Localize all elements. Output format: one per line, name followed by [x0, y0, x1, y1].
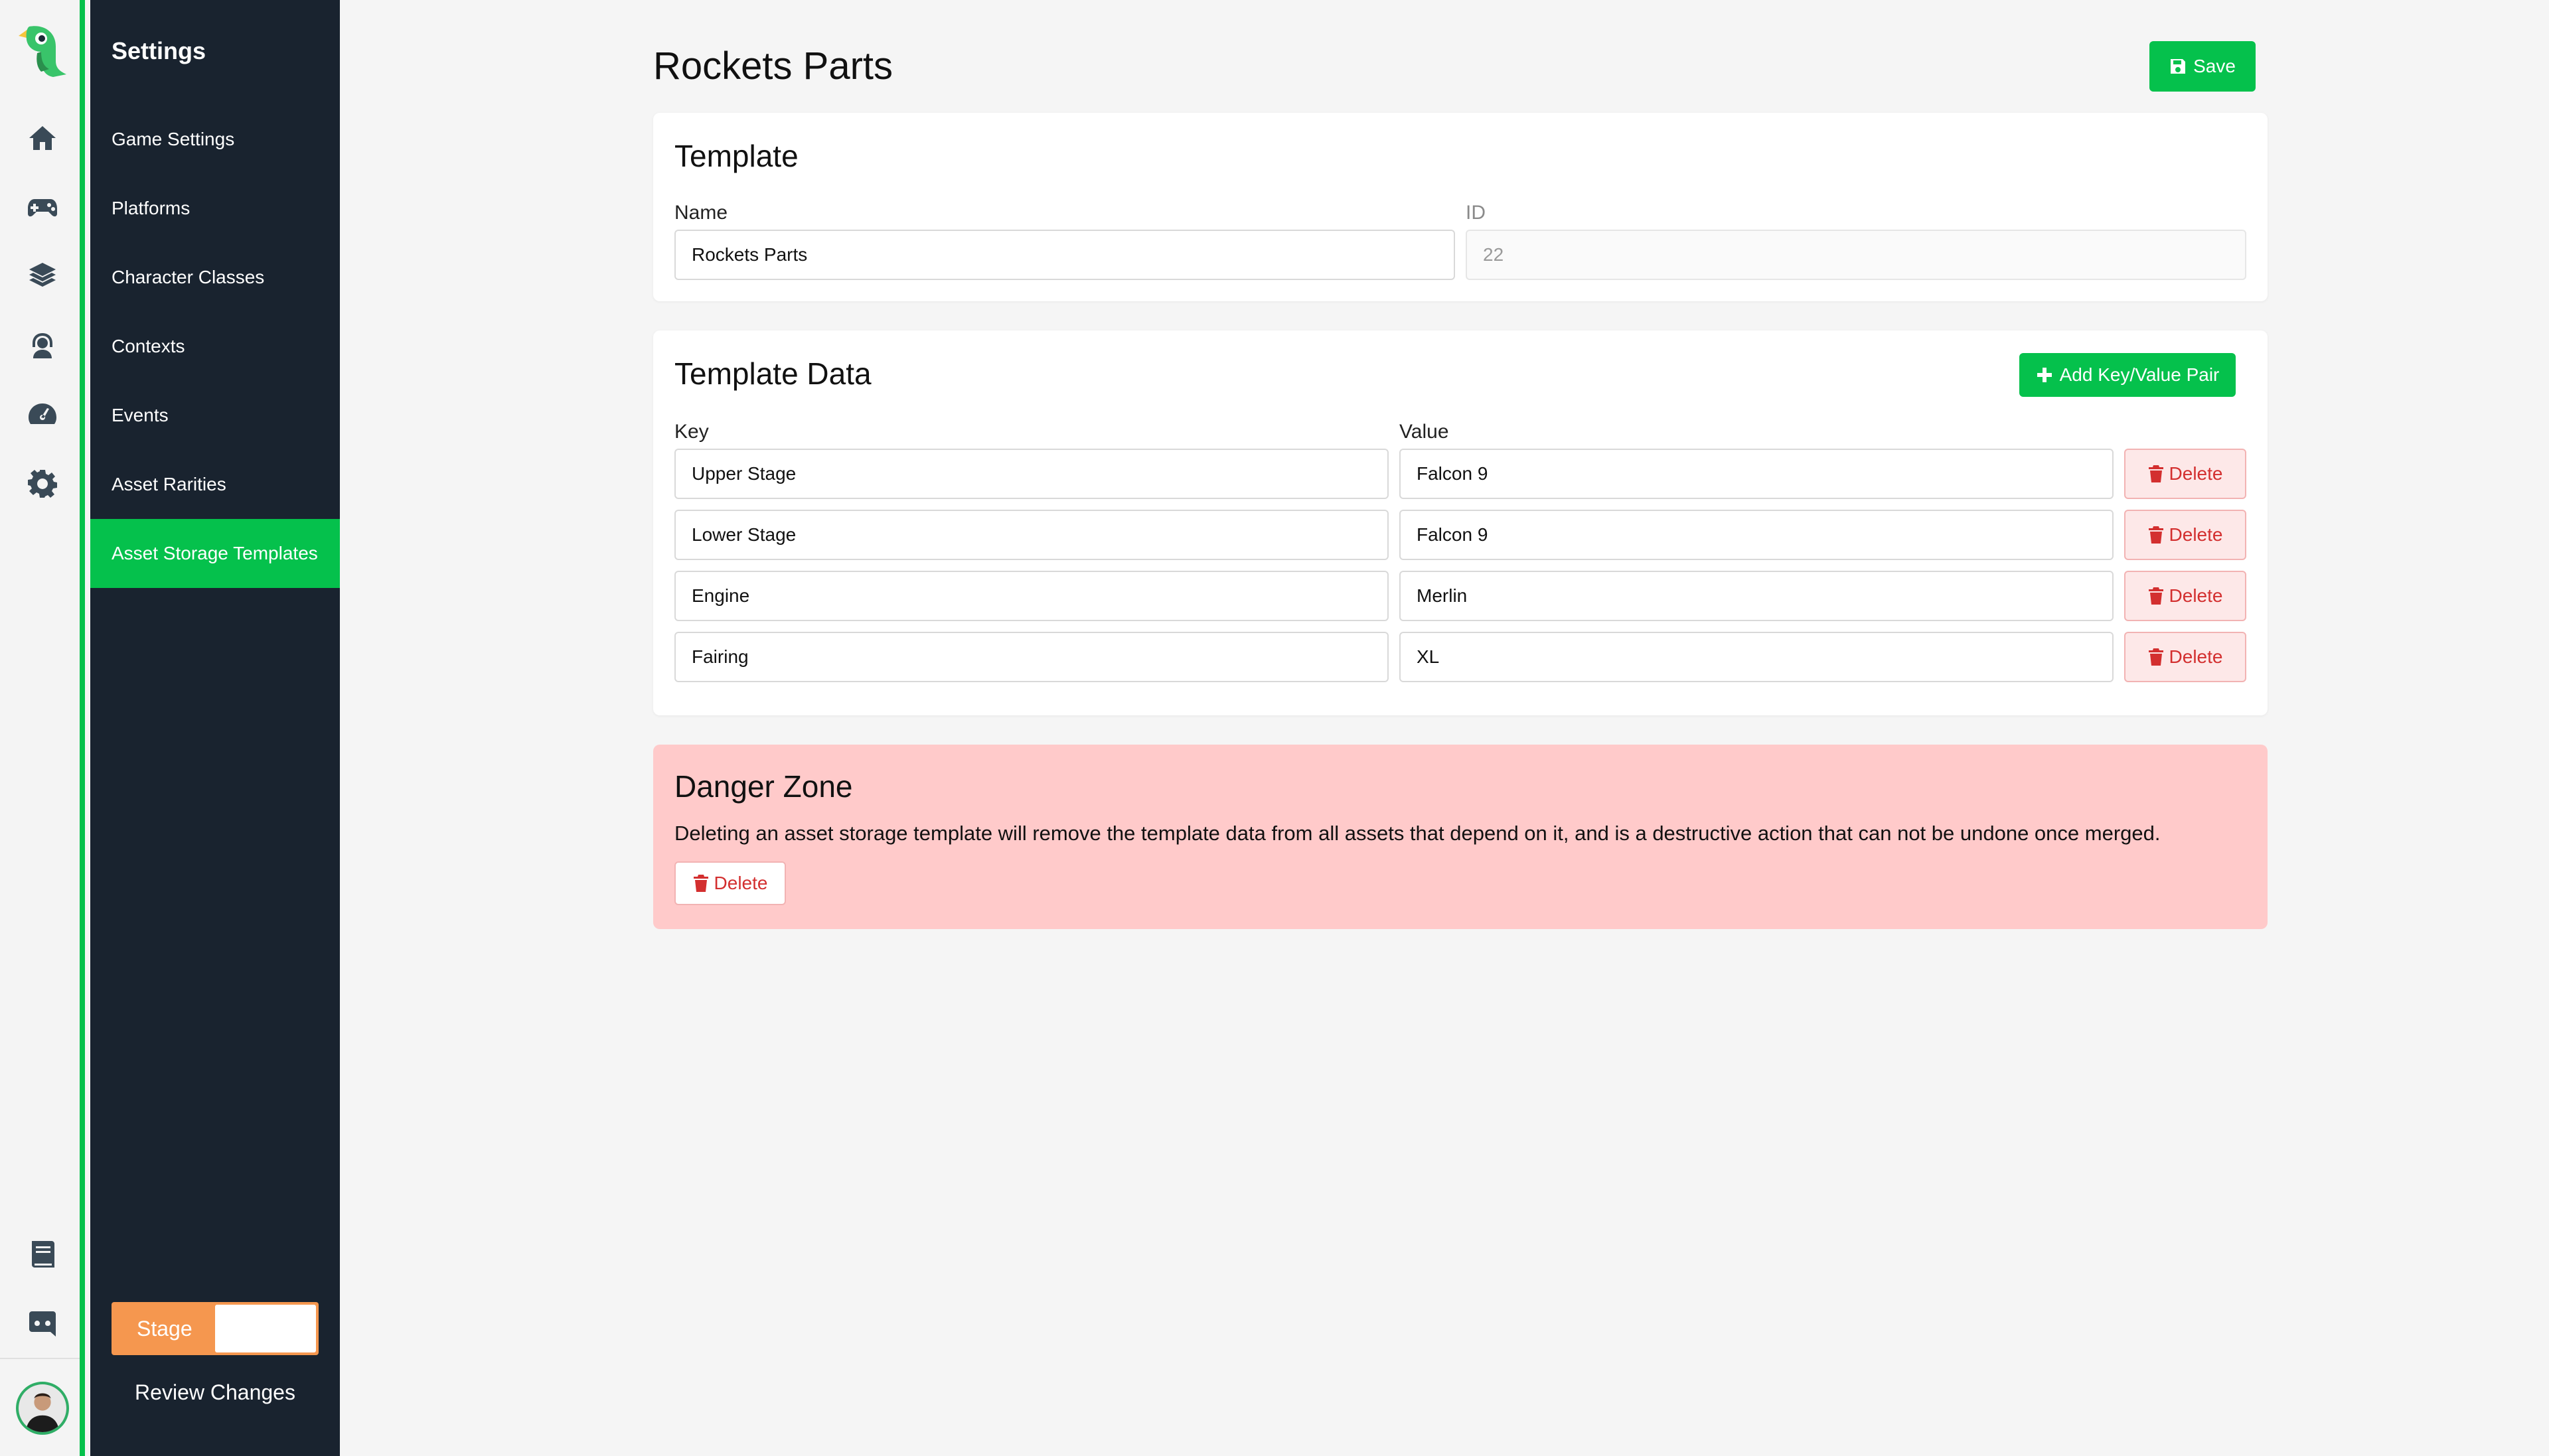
- home-icon[interactable]: [24, 119, 61, 157]
- sidebar-item-label: Asset Rarities: [112, 474, 226, 494]
- delete-label: Delete: [2169, 646, 2223, 667]
- danger-zone-text: Deleting an asset storage template will …: [674, 822, 2161, 845]
- sidebar-item-label: Events: [112, 405, 169, 425]
- discord-icon[interactable]: [24, 1305, 61, 1342]
- delete-label: Delete: [2169, 524, 2223, 545]
- delete-template-button[interactable]: Delete: [674, 861, 786, 905]
- stage-toggle-knob: [215, 1305, 316, 1352]
- delete-row-button[interactable]: Delete: [2124, 449, 2246, 499]
- template-card: Template Name ID: [653, 113, 2268, 301]
- key-input[interactable]: [674, 510, 1389, 560]
- avatar[interactable]: [16, 1382, 69, 1435]
- trash-icon: [2148, 587, 2163, 605]
- value-input[interactable]: [1399, 510, 2114, 560]
- value-input[interactable]: [1399, 632, 2114, 682]
- key-input[interactable]: [674, 571, 1389, 621]
- stage-toggle[interactable]: Stage: [112, 1302, 319, 1355]
- parrot-logo-icon[interactable]: [15, 23, 72, 80]
- sidebar-item-label: Character Classes: [112, 267, 265, 287]
- review-changes-link[interactable]: Review Changes: [90, 1380, 340, 1405]
- dashboard-icon[interactable]: [24, 396, 61, 433]
- add-key-value-pair-label: Add Key/Value Pair: [2059, 364, 2220, 385]
- sidebar-item-contexts[interactable]: Contexts: [90, 312, 340, 381]
- sidebar-item-label: Platforms: [112, 198, 191, 218]
- delete-row-button[interactable]: Delete: [2124, 632, 2246, 682]
- delete-template-label: Delete: [714, 873, 768, 893]
- plus-icon: [2037, 368, 2052, 382]
- save-button-label: Save: [2193, 56, 2236, 76]
- delete-row-button[interactable]: Delete: [2124, 510, 2246, 560]
- sidebar-item-asset-rarities[interactable]: Asset Rarities: [90, 450, 340, 519]
- sidebar-item-platforms[interactable]: Platforms: [90, 174, 340, 243]
- trash-icon: [2148, 526, 2163, 544]
- layers-icon[interactable]: [24, 257, 61, 295]
- danger-zone-card: Danger Zone Deleting an asset storage te…: [653, 745, 2268, 929]
- trash-icon: [2148, 648, 2163, 666]
- settings-sidebar: Settings Game Settings Platforms Charact…: [90, 0, 340, 1456]
- sidebar-item-asset-storage-templates[interactable]: Asset Storage Templates: [90, 519, 340, 588]
- name-label: Name: [674, 202, 728, 224]
- trash-icon: [693, 875, 708, 892]
- add-key-value-pair-button[interactable]: Add Key/Value Pair: [2019, 353, 2236, 397]
- delete-row-button[interactable]: Delete: [2124, 571, 2246, 621]
- id-input: [1466, 230, 2246, 280]
- icon-rail: [0, 0, 85, 1456]
- user-support-icon[interactable]: [24, 327, 61, 364]
- key-column-header: Key: [674, 421, 709, 443]
- danger-zone-heading: Danger Zone: [674, 769, 853, 804]
- gear-icon[interactable]: [24, 465, 61, 502]
- rail-divider: [0, 1358, 80, 1359]
- sidebar-item-label: Contexts: [112, 336, 185, 356]
- sidebar-item-events[interactable]: Events: [90, 381, 340, 450]
- template-data-heading: Template Data: [674, 356, 872, 391]
- value-input[interactable]: [1399, 571, 2114, 621]
- key-input[interactable]: [674, 449, 1389, 499]
- template-data-card: Template Data Add Key/Value Pair Key Val…: [653, 330, 2268, 715]
- template-heading: Template: [674, 139, 799, 173]
- sidebar-item-character-classes[interactable]: Character Classes: [90, 243, 340, 312]
- name-input[interactable]: [674, 230, 1455, 280]
- book-icon[interactable]: [24, 1236, 61, 1273]
- save-button[interactable]: Save: [2149, 41, 2256, 92]
- page-title: Rockets Parts: [653, 44, 893, 88]
- delete-label: Delete: [2169, 585, 2223, 606]
- sidebar-item-game-settings[interactable]: Game Settings: [90, 105, 340, 174]
- floppy-disk-icon: [2171, 59, 2186, 74]
- delete-label: Delete: [2169, 463, 2223, 484]
- trash-icon: [2148, 465, 2163, 482]
- value-column-header: Value: [1399, 421, 1449, 443]
- stage-label: Stage: [137, 1317, 193, 1341]
- gamepad-icon[interactable]: [24, 188, 61, 226]
- key-input[interactable]: [674, 632, 1389, 682]
- id-label: ID: [1466, 202, 1486, 224]
- value-input[interactable]: [1399, 449, 2114, 499]
- sidebar-item-label: Asset Storage Templates: [112, 543, 318, 563]
- sidebar-title: Settings: [112, 37, 206, 64]
- sidebar-item-label: Game Settings: [112, 129, 235, 149]
